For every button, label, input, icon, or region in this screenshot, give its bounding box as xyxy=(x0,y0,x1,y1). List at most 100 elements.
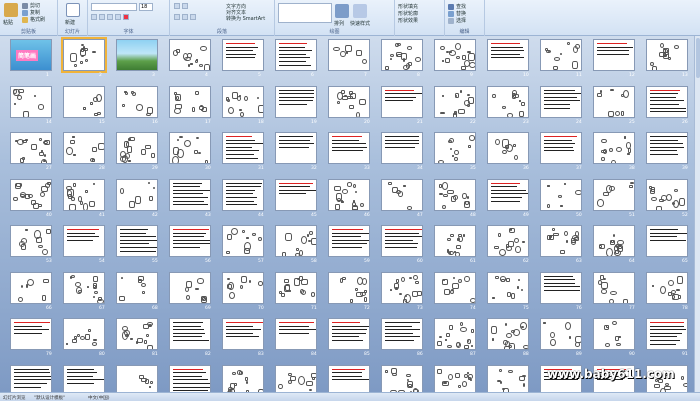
slide-thumbnail[interactable] xyxy=(646,225,688,257)
slide-thumbnail[interactable] xyxy=(646,318,688,350)
paste-button[interactable]: 粘贴 xyxy=(3,19,13,26)
slide-thumbnail[interactable] xyxy=(434,39,476,71)
slide-thumbnail[interactable] xyxy=(487,39,529,71)
slide-thumbnail[interactable] xyxy=(116,364,158,392)
slide-thumbnail[interactable] xyxy=(328,39,370,71)
slide-thumbnail[interactable] xyxy=(328,132,370,164)
slide-thumbnail[interactable] xyxy=(593,225,635,257)
slide-thumbnail[interactable] xyxy=(540,39,582,71)
slide-thumbnail[interactable] xyxy=(487,225,529,257)
align-right-icon[interactable] xyxy=(190,14,196,20)
slide-thumbnail[interactable] xyxy=(328,178,370,211)
slide-thumbnail[interactable] xyxy=(169,364,211,392)
font-color-icon[interactable] xyxy=(123,14,129,20)
slide-thumbnail[interactable] xyxy=(10,225,52,257)
align-left-icon[interactable] xyxy=(174,14,180,20)
slide-thumbnail[interactable] xyxy=(169,318,211,350)
arrange-button[interactable]: 排列 xyxy=(334,20,344,27)
slide-thumbnail[interactable] xyxy=(275,39,317,71)
bold-icon[interactable] xyxy=(91,14,97,20)
slide-thumbnail[interactable] xyxy=(487,318,529,350)
slide-thumbnail[interactable] xyxy=(116,318,158,350)
slide-thumbnail[interactable] xyxy=(540,178,582,211)
slide-thumbnail[interactable] xyxy=(487,132,529,164)
slide-thumbnail[interactable] xyxy=(10,318,52,350)
slide-thumbnail[interactable] xyxy=(116,271,158,304)
slide-thumbnail[interactable] xyxy=(434,178,476,211)
slide-thumbnail[interactable] xyxy=(169,132,211,164)
slide-thumbnail[interactable] xyxy=(540,318,582,350)
slide-thumbnail[interactable] xyxy=(63,132,105,164)
slide-thumbnail[interactable] xyxy=(434,271,476,304)
new-slide-button[interactable]: 新建 xyxy=(65,19,75,26)
slide-thumbnail[interactable] xyxy=(328,271,370,304)
shapes-gallery[interactable] xyxy=(278,3,332,23)
underline-icon[interactable] xyxy=(107,14,113,20)
slide-thumbnail[interactable] xyxy=(646,85,688,118)
slide-thumbnail[interactable] xyxy=(434,225,476,257)
slide-thumbnail[interactable] xyxy=(434,132,476,164)
slide-thumbnail[interactable] xyxy=(540,132,582,164)
strike-icon[interactable] xyxy=(115,14,121,20)
slide-thumbnail[interactable] xyxy=(222,132,264,164)
shape-outline-button[interactable]: 形状轮廓 xyxy=(398,10,418,17)
smartart-button[interactable]: 转换为 SmartArt xyxy=(226,15,265,22)
slide-thumbnail[interactable] xyxy=(646,178,688,211)
paste-icon[interactable] xyxy=(4,3,18,17)
slide-thumbnail[interactable] xyxy=(593,39,635,71)
slide-thumbnail[interactable] xyxy=(381,39,423,71)
slide-thumbnail[interactable] xyxy=(63,318,105,350)
slide-thumbnail[interactable] xyxy=(63,271,105,304)
slide-thumbnail[interactable] xyxy=(328,225,370,257)
slide-thumbnail[interactable] xyxy=(381,85,423,118)
slide-thumbnail[interactable] xyxy=(222,39,264,71)
slide-thumbnail[interactable] xyxy=(646,271,688,304)
slide-thumbnail[interactable] xyxy=(540,85,582,118)
find-button[interactable]: 查找 xyxy=(448,3,466,10)
slide-thumbnail[interactable] xyxy=(169,178,211,211)
slide-sorter-canvas[interactable]: 简笔画 1 2 3 4 5 6 7 8 9 10 11 12 13 14 15 16 17 18 19 20 21 22 23… xyxy=(0,36,700,392)
slide-thumbnail[interactable] xyxy=(434,364,476,392)
slide-thumbnail[interactable] xyxy=(593,271,635,304)
slide-thumbnail[interactable]: 简笔画 xyxy=(10,39,52,71)
slide-thumbnail[interactable] xyxy=(275,271,317,304)
slide-thumbnail[interactable] xyxy=(646,132,688,164)
slide-thumbnail[interactable] xyxy=(63,364,105,392)
slide-thumbnail[interactable] xyxy=(222,271,264,304)
slide-thumbnail[interactable] xyxy=(169,271,211,304)
slide-thumbnail[interactable] xyxy=(434,318,476,350)
numbering-icon[interactable] xyxy=(182,3,188,9)
slide-thumbnail[interactable] xyxy=(381,271,423,304)
arrange-icon[interactable] xyxy=(335,4,349,18)
slide-thumbnail[interactable] xyxy=(540,225,582,257)
slide-thumbnail[interactable] xyxy=(275,318,317,350)
vertical-scrollbar[interactable] xyxy=(694,36,700,392)
slide-thumbnail[interactable] xyxy=(10,85,52,118)
replace-button[interactable]: 替换 xyxy=(448,10,466,17)
slide-thumbnail[interactable] xyxy=(275,85,317,118)
slide-thumbnail[interactable] xyxy=(593,318,635,350)
slide-thumbnail[interactable] xyxy=(275,132,317,164)
slide-thumbnail[interactable] xyxy=(10,364,52,392)
slide-thumbnail[interactable] xyxy=(381,225,423,257)
slide-thumbnail[interactable] xyxy=(381,178,423,211)
slide-thumbnail[interactable] xyxy=(487,85,529,118)
quick-styles-button[interactable]: 快速样式 xyxy=(350,20,370,27)
new-slide-icon[interactable] xyxy=(66,3,80,17)
italic-icon[interactable] xyxy=(99,14,105,20)
slide-thumbnail[interactable] xyxy=(381,318,423,350)
scroll-thumb[interactable] xyxy=(696,38,700,78)
slide-thumbnail[interactable] xyxy=(169,85,211,118)
quick-styles-icon[interactable] xyxy=(353,4,367,18)
slide-thumbnail[interactable] xyxy=(593,132,635,164)
copy-button[interactable]: 复制 xyxy=(22,9,40,16)
font-name-field[interactable] xyxy=(91,3,137,11)
cut-button[interactable]: 剪切 xyxy=(22,2,40,9)
slide-thumbnail[interactable] xyxy=(222,225,264,257)
slide-thumbnail[interactable] xyxy=(381,364,423,392)
font-size-field[interactable]: 18 xyxy=(139,3,153,11)
format-painter-button[interactable]: 格式刷 xyxy=(22,16,45,23)
slide-thumbnail[interactable] xyxy=(61,37,107,73)
slide-thumbnail[interactable] xyxy=(275,225,317,257)
slide-thumbnail[interactable] xyxy=(116,225,158,257)
